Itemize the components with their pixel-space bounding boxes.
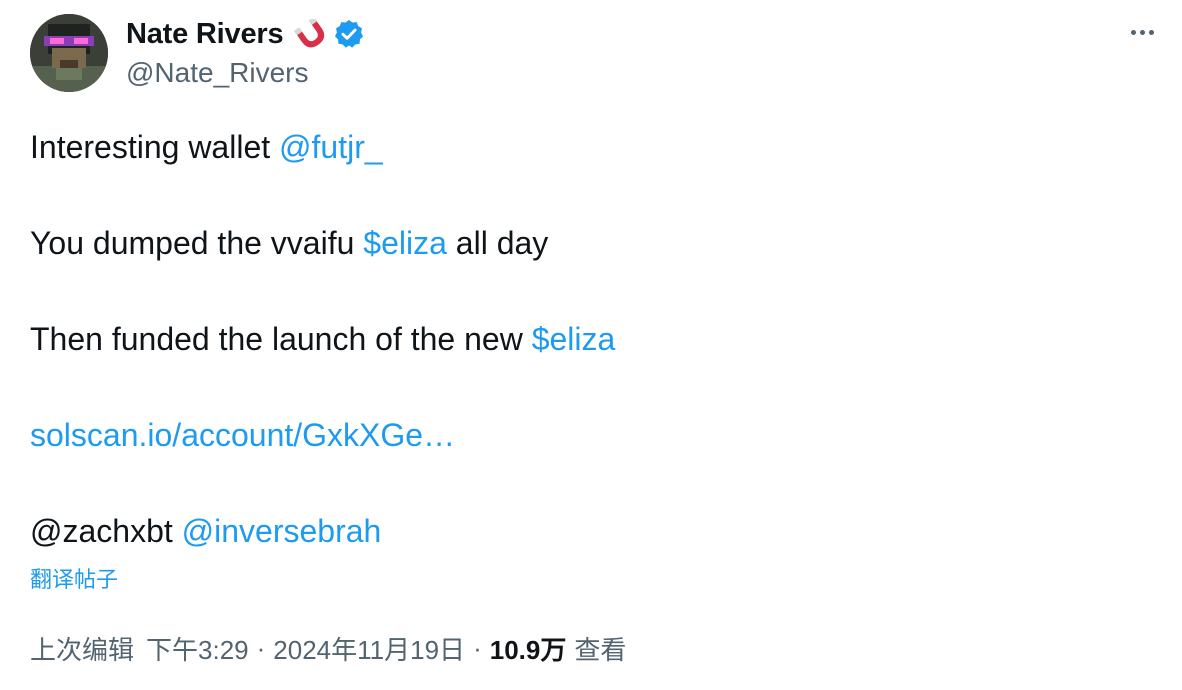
text-segment: Then funded the launch of the new <box>30 321 532 357</box>
tweet-time[interactable]: 下午3:29 <box>146 630 249 667</box>
cashtag-eliza-new[interactable]: $eliza <box>532 321 616 357</box>
tweet-line-4: solscan.io/account/GxkXGe… <box>30 411 615 459</box>
tweet-line-1: Interesting wallet @futjr_ <box>30 123 615 171</box>
magnet-icon <box>291 19 325 49</box>
solscan-link[interactable]: solscan.io/account/GxkXGe… <box>30 417 455 453</box>
mention-inversebrah[interactable]: @inversebrah <box>182 513 382 549</box>
views-label: 查看 <box>574 635 627 665</box>
avatar-image <box>30 14 108 92</box>
display-name[interactable]: Nate Rivers <box>126 18 284 51</box>
translate-post-link[interactable]: 翻译帖子 <box>30 562 118 594</box>
verified-badge-icon[interactable] <box>333 18 365 50</box>
more-horizontal-icon <box>1130 29 1136 35</box>
tweet-date[interactable]: 2024年11月19日 <box>273 630 465 667</box>
separator: · <box>256 633 266 663</box>
tweet-line-3: Then funded the launch of the new $eliza <box>30 315 615 363</box>
tweet-text: Interesting wallet @futjr_ You dumped th… <box>30 123 615 555</box>
separator: · <box>473 633 482 663</box>
views-count[interactable]: 10.9万 <box>490 630 567 667</box>
text-segment: Interesting wallet <box>30 129 280 165</box>
more-options-button[interactable] <box>1124 18 1160 46</box>
tweet-meta: 上次编辑 下午3:29 · 2024年11月19日 · 10.9万 查看 <box>30 630 626 667</box>
mention-zachxbt[interactable]: @zachxbt <box>30 513 173 549</box>
tweet-line-2: You dumped the vvaifu $eliza all day <box>30 219 615 267</box>
cashtag-eliza[interactable]: $eliza <box>363 225 447 261</box>
avatar[interactable] <box>30 14 108 92</box>
mention-futjr[interactable]: @futjr_ <box>279 129 383 165</box>
text-segment: You dumped the vvaifu <box>30 225 364 261</box>
author-handle[interactable]: @Nate_Rivers <box>126 57 308 89</box>
edited-label[interactable]: 上次编辑 <box>30 630 134 667</box>
text-segment: all day <box>446 225 549 261</box>
tweet-line-5: @zachxbt @inversebrah <box>30 507 615 555</box>
